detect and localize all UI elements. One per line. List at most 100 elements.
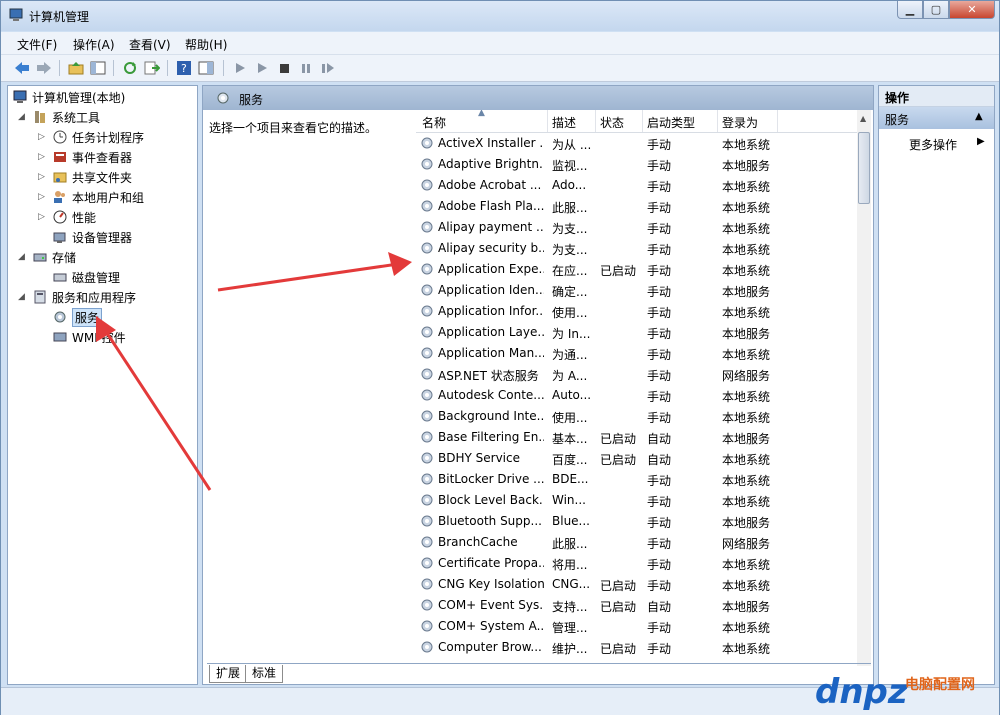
- scroll-up-icon[interactable]: ▲: [860, 114, 866, 123]
- more-actions-link[interactable]: 更多操作: [909, 136, 957, 153]
- tree-label-services: 服务: [72, 307, 103, 327]
- vertical-scrollbar[interactable]: ▲: [857, 110, 871, 666]
- table-row[interactable]: ActiveX Installer ... 为从 ... 手动 本地系统: [416, 133, 856, 154]
- cell-desc: Ado...: [552, 178, 587, 192]
- table-row[interactable]: Block Level Back... Win... 手动 本地系统: [416, 490, 856, 511]
- help-icon[interactable]: ?: [175, 59, 193, 77]
- table-row[interactable]: Adaptive Brightn... 监视... 手动 本地服务: [416, 154, 856, 175]
- menu-action[interactable]: 操作(A): [73, 36, 115, 53]
- expand-arrow-icon[interactable]: ▷: [38, 192, 48, 202]
- tab-standard[interactable]: 标准: [245, 665, 284, 683]
- cell-logon: 本地系统: [722, 495, 771, 509]
- actions-section-services[interactable]: 服务 ▲: [879, 107, 994, 129]
- tree-item-local-users[interactable]: ▷ 本地用户和组: [38, 188, 144, 206]
- cell-desc: 为通...: [552, 348, 588, 362]
- stop-service-icon[interactable]: [275, 59, 293, 77]
- cell-startup: 手动: [647, 642, 672, 656]
- table-row[interactable]: Application Man... 为通... 手动 本地系统: [416, 343, 856, 364]
- cell-desc: 使用...: [552, 306, 588, 320]
- tree-item-disk-management[interactable]: 磁盘管理: [52, 268, 120, 286]
- table-row[interactable]: COM+ System A... 管理... 手动 本地系统: [416, 616, 856, 637]
- title-bar[interactable]: 计算机管理 ▁ ▢ ✕: [1, 1, 999, 31]
- expand-arrow-icon[interactable]: ▷: [38, 152, 48, 162]
- minimize-button[interactable]: ▁: [897, 1, 923, 19]
- refresh-icon[interactable]: [121, 59, 139, 77]
- start-service-alt-icon[interactable]: [253, 59, 271, 77]
- cell-name: Application Laye...: [438, 325, 544, 339]
- table-row[interactable]: BDHY Service 百度... 已启动 自动 本地系统: [416, 448, 856, 469]
- tree-item-wmi[interactable]: WMI 控件: [52, 328, 126, 346]
- cell-desc: 使用...: [552, 411, 588, 425]
- cell-name: Base Filtering En...: [438, 430, 544, 444]
- table-row[interactable]: Background Inte... 使用... 手动 本地系统: [416, 406, 856, 427]
- table-row[interactable]: Certificate Propa... 将用... 手动 本地系统: [416, 553, 856, 574]
- tab-extended[interactable]: 扩展: [209, 665, 248, 683]
- table-row[interactable]: ASP.NET 状态服务为 A... 手动 网络服务: [416, 364, 856, 385]
- collapse-arrow-icon[interactable]: ◢: [18, 112, 28, 122]
- restart-service-icon[interactable]: [319, 59, 337, 77]
- table-row[interactable]: Application Expe... 在应... 已启动 手动 本地系统: [416, 259, 856, 280]
- menu-file[interactable]: 文件(F): [17, 36, 57, 53]
- collapse-arrow-icon[interactable]: ◢: [18, 252, 28, 262]
- tree-item-event-viewer[interactable]: ▷ 事件查看器: [38, 148, 132, 166]
- tree-item-device-manager[interactable]: 设备管理器: [52, 228, 132, 246]
- table-row[interactable]: Alipay security b... 为支... 手动 本地系统: [416, 238, 856, 259]
- table-row[interactable]: COM+ Event Sys... 支持... 已启动 自动 本地服务: [416, 595, 856, 616]
- cell-logon: 本地系统: [722, 411, 771, 425]
- shared-folder-icon: [53, 172, 67, 183]
- column-name[interactable]: 名称: [422, 114, 446, 131]
- expand-arrow-icon[interactable]: ▷: [38, 172, 48, 182]
- table-row[interactable]: CNG Key Isolation CNG... 已启动 手动 本地系统: [416, 574, 856, 595]
- forward-icon[interactable]: [35, 59, 53, 77]
- table-row[interactable]: Application Infor... 使用... 手动 本地系统: [416, 301, 856, 322]
- cell-name: BitLocker Drive ...: [438, 472, 544, 486]
- export-list-icon[interactable]: [143, 59, 161, 77]
- up-folder-icon[interactable]: [67, 59, 85, 77]
- table-row[interactable]: Application Laye... 为 In... 手动 本地服务: [416, 322, 856, 343]
- pause-service-icon[interactable]: [297, 59, 315, 77]
- tree-item-services-apps[interactable]: ◢ 服务和应用程序: [18, 288, 136, 306]
- cell-name: BranchCache: [438, 535, 518, 549]
- column-startup-type[interactable]: 启动类型: [647, 114, 695, 131]
- start-service-icon[interactable]: [231, 59, 249, 77]
- table-row[interactable]: BitLocker Drive ... BDE... 手动 本地系统: [416, 469, 856, 490]
- collapse-arrow-icon[interactable]: ◢: [18, 292, 28, 302]
- properties-pane-icon[interactable]: [197, 59, 215, 77]
- cell-startup: 手动: [647, 537, 672, 551]
- tree-item-storage[interactable]: ◢ 存储: [18, 248, 76, 266]
- maximize-button[interactable]: ▢: [923, 1, 949, 19]
- cell-logon: 本地服务: [722, 516, 771, 530]
- tree-item-task-scheduler[interactable]: ▷ 任务计划程序: [38, 128, 144, 146]
- close-button[interactable]: ✕: [949, 1, 995, 19]
- show-hide-console-tree-icon[interactable]: [89, 59, 107, 77]
- table-row[interactable]: Application Iden... 确定... 手动 本地服务: [416, 280, 856, 301]
- tree-item-services[interactable]: 服务: [52, 307, 103, 327]
- table-row[interactable]: BranchCache 此服... 手动 网络服务: [416, 532, 856, 553]
- expand-arrow-icon[interactable]: ▷: [38, 212, 48, 222]
- table-row[interactable]: Autodesk Conte... Auto... 手动 本地系统: [416, 385, 856, 406]
- tree-item-shared-folders[interactable]: ▷ 共享文件夹: [38, 168, 132, 186]
- table-row[interactable]: Bluetooth Supp... Blue... 手动 本地服务: [416, 511, 856, 532]
- tree-item-system-tools[interactable]: ◢ 系统工具: [18, 108, 100, 126]
- column-logon-as[interactable]: 登录为: [722, 114, 758, 131]
- cell-status: 已启动: [600, 453, 637, 467]
- cell-desc: 为支...: [552, 222, 588, 236]
- tree-item-root[interactable]: 计算机管理(本地): [12, 88, 125, 106]
- column-description[interactable]: 描述: [552, 114, 576, 131]
- table-row[interactable]: Adobe Flash Pla... 此服... 手动 本地系统: [416, 196, 856, 217]
- collapse-up-icon[interactable]: ▲: [975, 111, 983, 122]
- tree-item-performance[interactable]: ▷ 性能: [38, 208, 96, 226]
- expand-arrow-icon[interactable]: ▷: [38, 132, 48, 142]
- table-row[interactable]: Adobe Acrobat ... Ado... 手动 本地系统: [416, 175, 856, 196]
- table-row[interactable]: Base Filtering En... 基本... 已启动 自动 本地服务: [416, 427, 856, 448]
- menu-view[interactable]: 查看(V): [129, 36, 171, 53]
- cell-name: ASP.NET 状态服务: [438, 369, 539, 383]
- table-row[interactable]: Alipay payment ... 为支... 手动 本地系统: [416, 217, 856, 238]
- cell-logon: 本地服务: [722, 159, 771, 173]
- column-status[interactable]: 状态: [600, 114, 624, 131]
- table-row[interactable]: Computer Brow... 维护... 已启动 手动 本地系统: [416, 637, 856, 658]
- scrollbar-thumb[interactable]: [858, 132, 870, 204]
- back-icon[interactable]: [13, 59, 31, 77]
- menu-help[interactable]: 帮助(H): [185, 36, 227, 53]
- cell-logon: 本地系统: [722, 642, 771, 656]
